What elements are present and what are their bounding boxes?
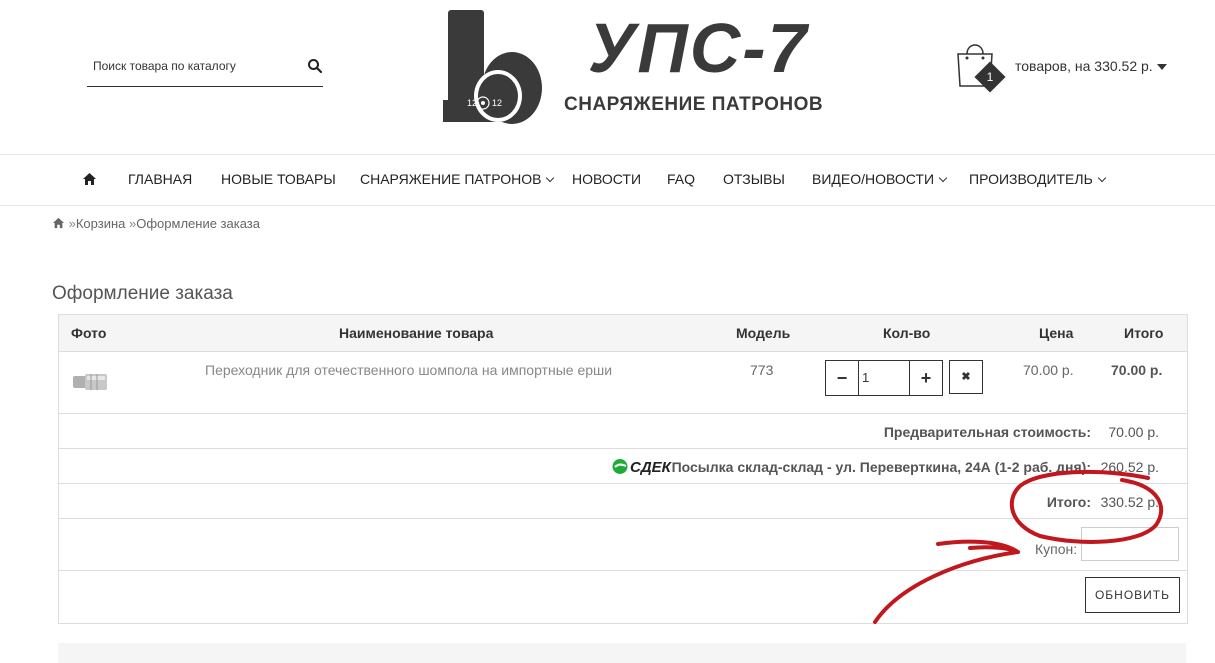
caret-down-icon [1156, 64, 1167, 71]
logo-subtitle: СНАРЯЖЕНИЕ ПАТРОНОВ [564, 94, 824, 115]
cart-count-badge: 1 [974, 61, 1006, 93]
shotgun-shell-logo-icon: 12 12 [443, 10, 542, 124]
breadcrumb: »Корзина »Оформление заказа [52, 216, 260, 231]
shipping-value: 260.52 р. [1100, 459, 1159, 475]
subtotal-row: Предварительная стоимость: 70.00 р. [59, 414, 1187, 449]
cart-widget[interactable]: 1 товаров, на 330.52 р. [955, 40, 1175, 100]
total-row: Итого: 330.52 р. [59, 484, 1187, 519]
breadcrumb-cart[interactable]: Корзина [76, 216, 126, 231]
total-label: Итого: [1046, 494, 1091, 510]
nav-item-home[interactable]: ГЛАВНАЯ [128, 171, 192, 187]
col-model: Модель [736, 325, 791, 341]
subtotal-label: Предварительная стоимость: [883, 424, 1091, 440]
main-nav: ГЛАВНАЯ НОВЫЕ ТОВАРЫ СНАРЯЖЕНИЕ ПАТРОНОВ… [0, 154, 1215, 206]
product-model: 773 [750, 362, 774, 378]
breadcrumb-checkout[interactable]: Оформление заказа [136, 216, 260, 231]
remove-icon[interactable]: ✖ [949, 360, 983, 394]
svg-text:12: 12 [492, 98, 502, 108]
nav-item-news[interactable]: НОВОСТИ [572, 171, 641, 187]
update-button[interactable]: Обновить [1085, 577, 1180, 613]
svg-text:СДЕК: СДЕК [630, 459, 673, 475]
update-row: Обновить [59, 571, 1187, 622]
chevron-down-icon [546, 173, 555, 183]
col-price: Цена [1039, 325, 1074, 341]
quantity-input[interactable] [860, 369, 904, 386]
col-name: Наименование товара [339, 325, 494, 341]
nav-item-reviews[interactable]: ОТЗЫВЫ [723, 171, 785, 187]
home-icon[interactable] [82, 172, 97, 186]
table-row: Переходник для отечественного шомпола на… [59, 352, 1187, 414]
col-qty: Кол-во [883, 325, 931, 341]
next-panel [58, 643, 1186, 663]
cart-summary[interactable]: товаров, на 330.52 р. [1015, 58, 1167, 74]
header: 12 12 УПС-7 СНАРЯЖЕНИЕ ПАТРОНОВ 1 товаро… [0, 0, 1215, 154]
search-icon[interactable] [307, 58, 323, 74]
svg-text:12: 12 [467, 98, 477, 108]
site-logo[interactable]: 12 12 УПС-7 СНАРЯЖЕНИЕ ПАТРОНОВ [440, 8, 840, 128]
logo-title: УПС-7 [588, 9, 809, 87]
coupon-row: Купон: [59, 519, 1187, 571]
product-thumbnail[interactable] [71, 370, 111, 394]
product-price: 70.00 р. [1023, 362, 1074, 378]
shipping-row: СДЕК Посылка склад-склад - ул. Перевертк… [59, 449, 1187, 484]
col-photo: Фото [71, 325, 107, 341]
breadcrumb-separator: » [68, 216, 76, 231]
shipping-label: Посылка склад-склад - ул. Переверткина, … [671, 459, 1091, 475]
search-input[interactable] [91, 58, 295, 74]
product-total: 70.00 р. [1111, 362, 1163, 378]
subtotal-value: 70.00 р. [1108, 424, 1159, 440]
table-header: Фото Наименование товара Модель Кол-во Ц… [59, 315, 1187, 352]
nav-item-faq[interactable]: FAQ [667, 171, 695, 187]
nav-item-manufacturer[interactable]: ПРОИЗВОДИТЕЛЬ [969, 171, 1107, 187]
plus-icon[interactable]: + [909, 361, 942, 395]
col-total: Итого [1124, 325, 1164, 341]
total-value: 330.52 р. [1100, 494, 1159, 510]
quantity-stepper: − + [825, 360, 943, 396]
chevron-down-icon [938, 173, 948, 183]
cdek-logo-icon: СДЕК [612, 459, 673, 475]
home-icon[interactable] [52, 217, 65, 229]
product-name-link[interactable]: Переходник для отечественного шомпола на… [205, 362, 612, 378]
cart-table: Фото Наименование товара Модель Кол-во Ц… [58, 314, 1188, 624]
nav-item-video-news[interactable]: ВИДЕО/НОВОСТИ [812, 171, 948, 187]
minus-icon[interactable]: − [826, 361, 859, 395]
coupon-input[interactable] [1081, 527, 1179, 561]
search-box [87, 46, 323, 87]
coupon-label: Купон: [1035, 541, 1078, 557]
chevron-down-icon [1097, 173, 1107, 183]
nav-item-reloading[interactable]: СНАРЯЖЕНИЕ ПАТРОНОВ [360, 171, 555, 187]
nav-item-new-products[interactable]: НОВЫЕ ТОВАРЫ [221, 171, 336, 187]
page-title: Оформление заказа [52, 283, 233, 304]
